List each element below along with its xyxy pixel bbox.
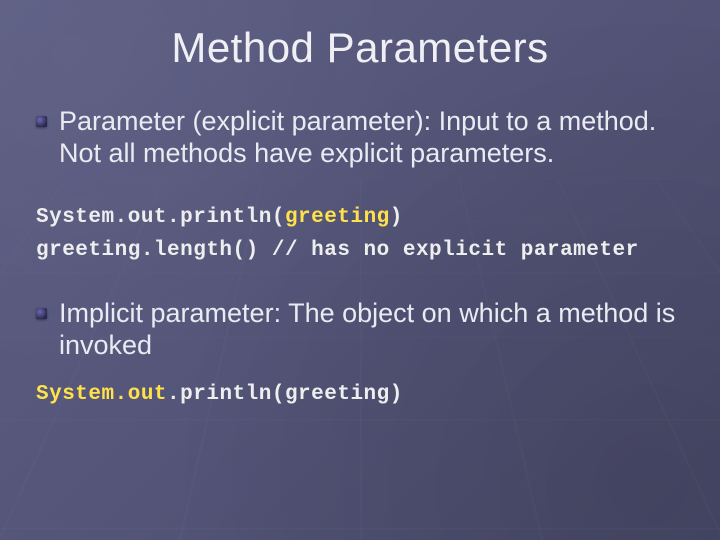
code-line-2: greeting.length() // has no explicit par… — [36, 239, 684, 262]
slide-title: Method Parameters — [36, 24, 684, 72]
code-highlight: System.out — [36, 383, 167, 406]
code-text: System.out.println( — [36, 206, 285, 229]
bullet-item: Implicit parameter: The object on which … — [36, 298, 684, 362]
code-text: ) — [390, 206, 403, 229]
code-text: greeting.length() // has no explicit par… — [36, 239, 639, 262]
bullet-icon — [36, 116, 47, 127]
slide: Method Parameters Parameter (explicit pa… — [0, 0, 720, 540]
bullet-icon — [36, 308, 47, 319]
bullet-text: Parameter (explicit parameter): Input to… — [59, 106, 684, 170]
bullet-item: Parameter (explicit parameter): Input to… — [36, 106, 684, 170]
bullet-text: Implicit parameter: The object on which … — [59, 298, 684, 362]
code-text: .println(greeting) — [167, 383, 403, 406]
code-line-1: System.out.println(greeting) — [36, 206, 684, 229]
code-line-3: System.out.println(greeting) — [36, 383, 684, 406]
code-highlight: greeting — [285, 206, 390, 229]
